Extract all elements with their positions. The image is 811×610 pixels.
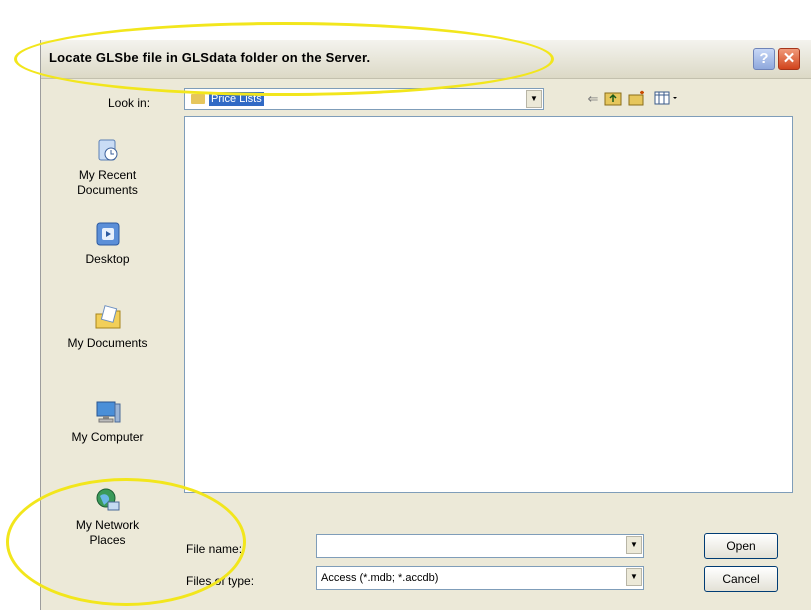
file-name-input[interactable]: ▼ bbox=[316, 534, 644, 558]
dialog-title: Locate GLSbe file in GLSdata folder on t… bbox=[49, 50, 371, 65]
recent-documents-icon bbox=[98, 139, 117, 161]
place-label-line1: My Network bbox=[75, 518, 140, 532]
place-label-line1: My Computer bbox=[71, 430, 144, 444]
desktop-icon bbox=[96, 222, 119, 246]
file-name-dropdown-button[interactable]: ▼ bbox=[626, 536, 642, 554]
folder-icon bbox=[191, 94, 205, 104]
file-name-label: File name: bbox=[186, 542, 243, 556]
look-in-value: Price Lists bbox=[209, 92, 264, 106]
help-button[interactable]: ? bbox=[753, 48, 775, 70]
open-button[interactable]: Open bbox=[704, 533, 778, 559]
place-label-line1: Desktop bbox=[85, 252, 130, 266]
up-folder-icon[interactable] bbox=[604, 90, 622, 108]
new-folder-icon[interactable] bbox=[628, 90, 646, 108]
title-bar: Locate GLSbe file in GLSdata folder on t… bbox=[41, 40, 811, 79]
place-label-line1: My Recent bbox=[78, 168, 137, 182]
places-bar: My Recent Documents Desktop My Documents… bbox=[60, 116, 155, 576]
place-label-line2: Documents bbox=[77, 183, 138, 197]
files-of-type-value: Access (*.mdb; *.accdb) bbox=[321, 572, 439, 584]
files-of-type-select[interactable]: Access (*.mdb; *.accdb) ▼ bbox=[316, 566, 644, 590]
files-of-type-dropdown-button[interactable]: ▼ bbox=[626, 568, 642, 586]
view-menu-icon[interactable] bbox=[654, 90, 680, 108]
file-list-pane[interactable] bbox=[184, 116, 793, 493]
my-computer-icon bbox=[96, 401, 120, 423]
back-arrow-icon[interactable]: ⇐ bbox=[584, 90, 602, 108]
look-in-combo[interactable]: Price Lists ▼ bbox=[184, 88, 544, 110]
files-of-type-label: Files of type: bbox=[186, 574, 255, 588]
place-label-line2: Places bbox=[89, 533, 126, 547]
look-in-label: Look in: bbox=[108, 96, 151, 110]
look-in-dropdown-button[interactable]: ▼ bbox=[526, 90, 542, 108]
place-desktop[interactable]: Desktop bbox=[60, 220, 155, 267]
my-documents-icon bbox=[95, 305, 120, 329]
close-button[interactable]: ✕ bbox=[778, 48, 800, 70]
place-recent-documents[interactable]: My Recent Documents bbox=[60, 136, 155, 198]
place-my-documents[interactable]: My Documents bbox=[60, 304, 155, 351]
cancel-button[interactable]: Cancel bbox=[704, 566, 778, 592]
place-label-line1: My Documents bbox=[67, 336, 148, 350]
network-places-icon bbox=[96, 488, 119, 511]
place-my-computer[interactable]: My Computer bbox=[60, 398, 155, 445]
place-network-places[interactable]: My Network Places bbox=[60, 486, 155, 548]
